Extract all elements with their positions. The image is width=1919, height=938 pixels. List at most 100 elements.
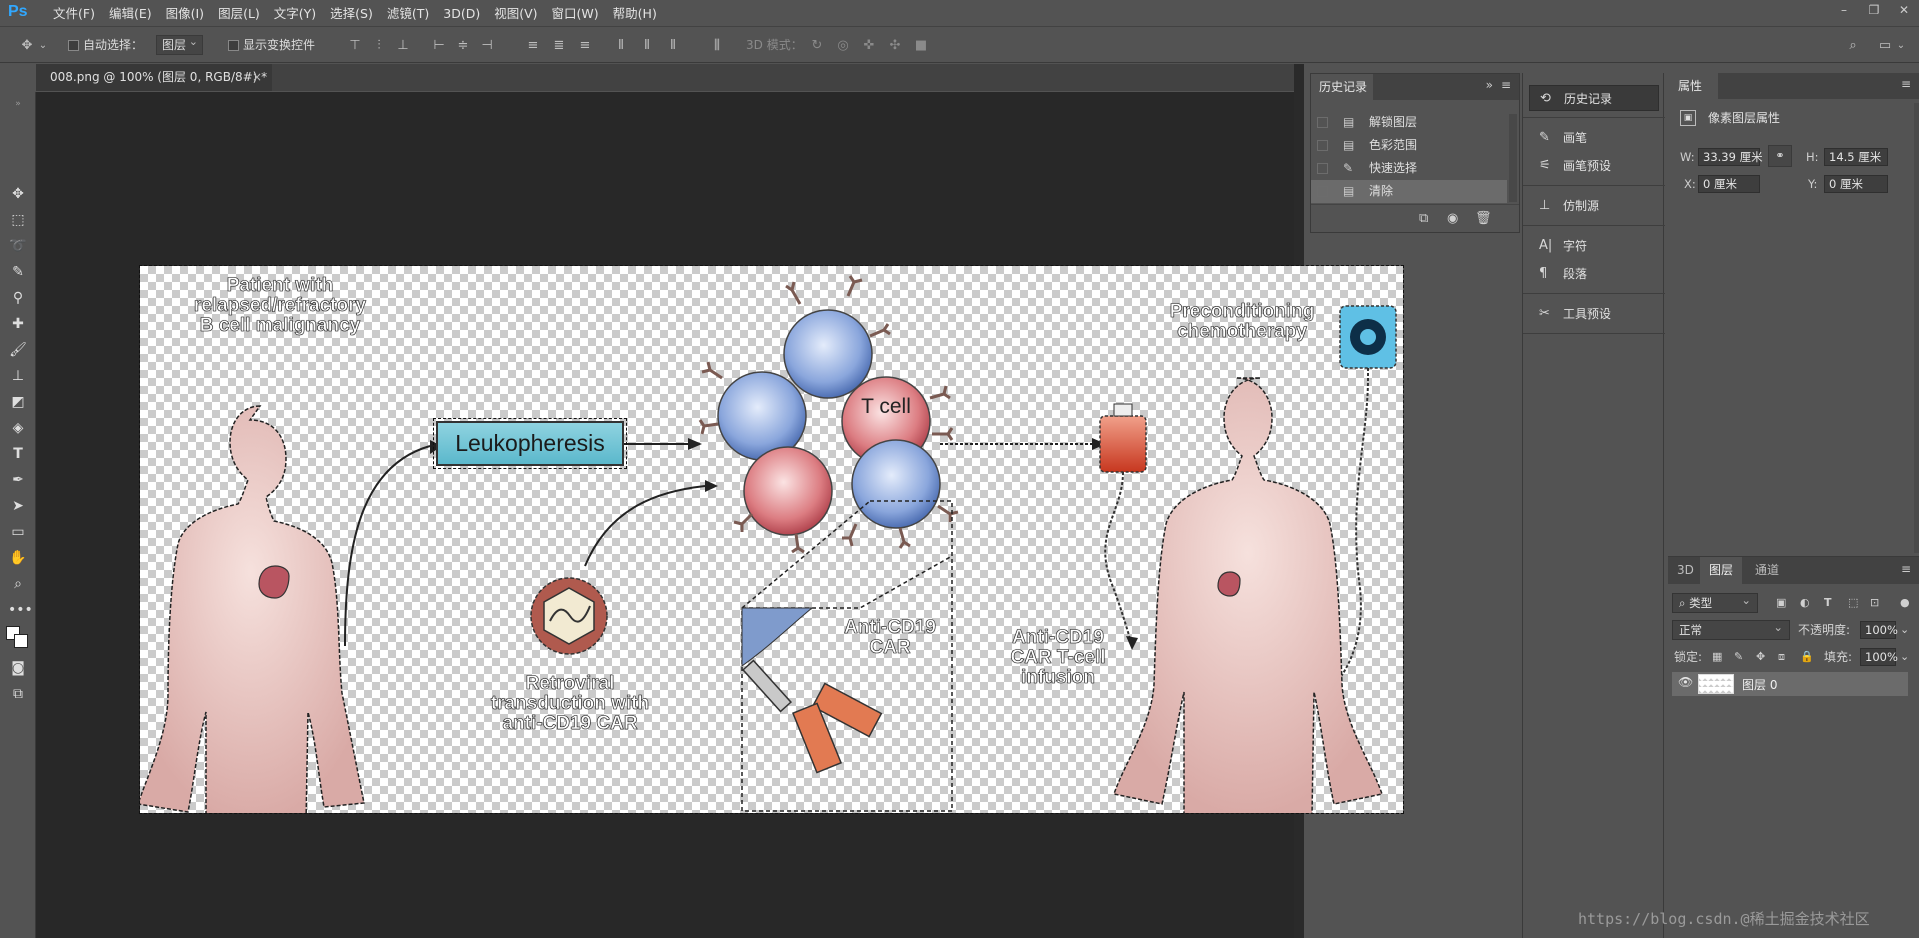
path-select-tool-icon[interactable]: ➤ xyxy=(8,496,28,516)
new-document-from-state-icon[interactable]: ⧉ xyxy=(1419,211,1428,226)
properties-scrollbar[interactable] xyxy=(1914,103,1919,553)
move-tool-preset-icon[interactable]: ✥ xyxy=(18,37,36,55)
align-bottom-icon[interactable]: ⊥ xyxy=(394,37,412,55)
minimize-button[interactable]: – xyxy=(1829,0,1859,20)
quick-mask-icon[interactable]: ◙ xyxy=(8,658,28,678)
panel-menu-icon[interactable]: ≡ xyxy=(1501,78,1511,92)
auto-select-target[interactable]: 图层 xyxy=(156,28,204,63)
distribute-vcenter-icon[interactable]: ≣ xyxy=(550,37,568,55)
show-transform-checkbox[interactable] xyxy=(228,40,239,51)
dock-history[interactable]: ⟲ 历史记录 xyxy=(1529,85,1659,111)
menu-layer[interactable]: 图层(L) xyxy=(211,0,267,27)
paint-bucket-tool-icon[interactable]: ◈ xyxy=(8,418,28,438)
history-step-active[interactable]: ▤ 清除 xyxy=(1311,180,1507,203)
eye-icon[interactable]: 👁 xyxy=(1678,675,1693,689)
hand-tool-icon[interactable]: ✋ xyxy=(8,548,28,568)
scale-3d-icon[interactable]: ■ xyxy=(912,37,930,55)
lock-artboard-icon[interactable]: ⧈ xyxy=(1778,647,1785,667)
history-tab[interactable]: 历史记录 xyxy=(1311,74,1373,100)
close-tab-icon[interactable]: × xyxy=(252,64,262,91)
auto-select-toggle[interactable]: 自动选择： xyxy=(68,28,143,63)
history-snapshot-checkbox[interactable] xyxy=(1317,117,1328,128)
dock-character[interactable]: A| 字符 xyxy=(1529,233,1659,259)
filter-pixel-icon[interactable]: ▣ xyxy=(1776,593,1786,613)
menu-image[interactable]: 图像(I) xyxy=(159,0,211,27)
artwork-canvas[interactable]: Patient with relapsed/refractory B cell … xyxy=(139,265,1404,814)
workspace-icon[interactable]: ▭ xyxy=(1876,37,1894,55)
filter-type-icon[interactable]: T xyxy=(1824,593,1832,613)
panel-menu-icon[interactable]: ≡ xyxy=(1901,562,1911,576)
lock-pixels-icon[interactable]: ✎ xyxy=(1734,647,1743,667)
chevron-down-icon[interactable]: ⌄ xyxy=(1900,647,1909,667)
pen-tool-icon[interactable]: ✒ xyxy=(8,470,28,490)
panel-menu-icon[interactable]: ≡ xyxy=(1901,77,1911,91)
history-snapshot-checkbox[interactable] xyxy=(1317,140,1328,151)
menu-help[interactable]: 帮助(H) xyxy=(606,0,664,27)
trash-icon[interactable]: 🗑 xyxy=(1475,211,1492,226)
auto-align-icon[interactable]: ⫼ xyxy=(708,37,726,55)
eraser-tool-icon[interactable]: ◩ xyxy=(8,392,28,412)
auto-select-checkbox[interactable] xyxy=(68,40,79,51)
panel-collapse-icon[interactable]: » xyxy=(1486,78,1493,92)
filter-toggle-icon[interactable]: ● xyxy=(1900,593,1910,613)
background-color-swatch[interactable] xyxy=(14,634,28,648)
show-transform-toggle[interactable]: 显示变换控件 xyxy=(228,28,315,63)
lock-all-icon[interactable]: 🔒 xyxy=(1800,647,1814,667)
distribute-right-icon[interactable]: ⦀ xyxy=(664,37,682,55)
chevron-down-icon[interactable]: ⌄ xyxy=(1900,620,1909,640)
chevron-down-icon[interactable]: ⌄ xyxy=(38,37,48,55)
align-vcenter-icon[interactable]: ⫶ xyxy=(370,37,388,55)
auto-select-dropdown[interactable]: 图层 xyxy=(156,33,204,55)
dock-brush[interactable]: ✎ 画笔 xyxy=(1529,125,1659,151)
toolbox-grip-icon[interactable]: » xyxy=(8,94,28,114)
layer-filter-dropdown[interactable]: ⌕ 类型 xyxy=(1672,591,1758,613)
x-field[interactable]: 0 厘米 xyxy=(1698,175,1760,193)
lock-position-icon[interactable]: ✥ xyxy=(1756,647,1765,667)
clone-stamp-tool-icon[interactable]: ⊥ xyxy=(8,366,28,386)
tab-3d[interactable]: 3D xyxy=(1668,557,1703,584)
brush-tool-icon[interactable]: 🖌 xyxy=(8,340,28,360)
drag-3d-icon[interactable]: ✜ xyxy=(860,37,878,55)
type-tool-icon[interactable]: T xyxy=(8,444,28,464)
history-scrollbar[interactable] xyxy=(1509,114,1517,202)
distribute-top-icon[interactable]: ≡ xyxy=(524,37,542,55)
filter-smart-object-icon[interactable]: ⊡ xyxy=(1870,593,1879,613)
roll-3d-icon[interactable]: ◎ xyxy=(834,37,852,55)
width-field[interactable]: 33.39 厘米 xyxy=(1698,148,1763,166)
menu-file[interactable]: 文件(F) xyxy=(46,0,102,27)
more-tools-icon[interactable]: ••• xyxy=(8,600,33,620)
close-button[interactable]: ✕ xyxy=(1889,0,1919,20)
tab-channels[interactable]: 通道 xyxy=(1746,557,1788,584)
quick-select-tool-icon[interactable]: ✎ xyxy=(8,262,28,282)
dock-brush-presets[interactable]: ⚟ 画笔预设 xyxy=(1529,153,1659,179)
camera-icon[interactable]: ◉ xyxy=(1447,211,1458,226)
filter-shape-icon[interactable]: ⬚ xyxy=(1848,593,1858,613)
screen-mode-icon[interactable]: ⧉ xyxy=(8,684,28,704)
dock-tool-presets[interactable]: ✂ 工具预设 xyxy=(1529,301,1659,327)
distribute-bottom-icon[interactable]: ≡ xyxy=(576,37,594,55)
rotate-3d-icon[interactable]: ↻ xyxy=(808,37,826,55)
blend-mode-dropdown[interactable]: 正常 xyxy=(1672,618,1790,640)
history-step[interactable]: ▤ 解锁图层 xyxy=(1311,111,1507,134)
move-tool-icon[interactable]: ✥ xyxy=(8,184,28,204)
opacity-field[interactable]: 100% xyxy=(1860,621,1898,639)
slide-3d-icon[interactable]: ✣ xyxy=(886,37,904,55)
menu-type[interactable]: 文字(Y) xyxy=(267,0,323,27)
align-hcenter-icon[interactable]: ≑ xyxy=(454,37,472,55)
align-right-icon[interactable]: ⊣ xyxy=(478,37,496,55)
height-field[interactable]: 14.5 厘米 xyxy=(1824,148,1888,166)
y-field[interactable]: 0 厘米 xyxy=(1824,175,1888,193)
search-icon[interactable]: ⌕ xyxy=(1844,37,1862,55)
menu-filter[interactable]: 滤镜(T) xyxy=(380,0,436,27)
align-left-icon[interactable]: ⊢ xyxy=(430,37,448,55)
history-step[interactable]: ▤ 色彩范围 xyxy=(1311,134,1507,157)
dock-clone-source[interactable]: ⊥ 仿制源 xyxy=(1529,193,1659,219)
menu-select[interactable]: 选择(S) xyxy=(323,0,380,27)
tab-layers[interactable]: 图层 xyxy=(1700,557,1743,584)
menu-window[interactable]: 窗口(W) xyxy=(545,0,606,27)
menu-3d[interactable]: 3D(D) xyxy=(436,0,487,27)
distribute-left-icon[interactable]: ⦀ xyxy=(612,37,630,55)
link-dimensions-icon[interactable]: ⚭ xyxy=(1768,145,1792,167)
workspace-chevron-icon[interactable]: ⌄ xyxy=(1896,37,1906,55)
lock-transparent-icon[interactable]: ▦ xyxy=(1712,647,1722,667)
